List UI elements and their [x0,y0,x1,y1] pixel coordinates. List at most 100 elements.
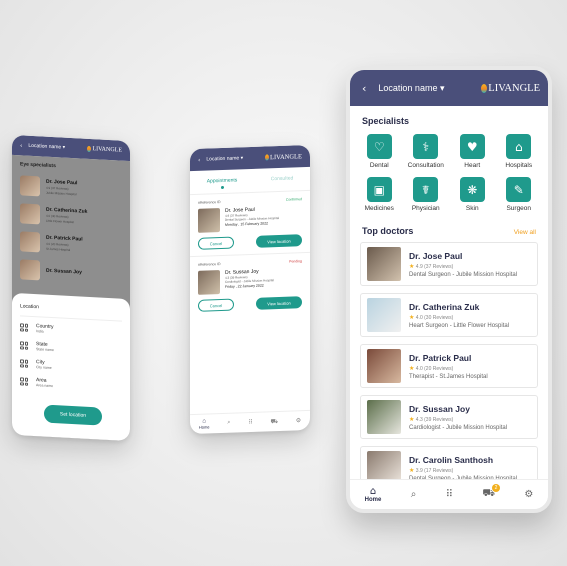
back-arrow-icon[interactable]: ‹ [198,156,200,163]
specialist-consultation[interactable]: ⚕ Consultation [403,134,450,169]
tab-appointments[interactable]: Appointments [207,177,237,190]
cart-icon[interactable]: ⛟ [270,418,278,426]
appointment-card: #Reference ID Confirmed Dr. Jose Paul 4.9… [190,189,310,257]
doctor-hospital: St.James Hospital [46,246,71,252]
doctor-rating: ★ 4.0 (30 Reviews) [409,314,454,321]
view-all-link[interactable]: View all [514,229,536,236]
nav-home[interactable]: ⌂ Home [199,418,210,430]
grid-icon[interactable]: ⠿ [446,489,453,500]
home-icon: ⌂ [369,486,377,497]
cancel-button[interactable]: Cancel [198,236,234,250]
area-field[interactable]: Area Area name [20,376,122,391]
app-header: ‹ Location name ▾ LIVANGLE [190,144,310,172]
star-icon: ★ [409,467,415,474]
brand-logo: LIVANGLE [481,83,540,94]
set-location-button[interactable]: Set location [44,404,102,426]
search-icon[interactable]: ⌕ [411,489,417,500]
doctor-photo [367,298,401,332]
doctor-photo [20,175,40,197]
cart-icon[interactable]: ⛟ 2 [482,484,500,501]
doctor-photo [367,349,401,383]
doctor-card[interactable]: Dr. Jose Paul ★ 4.9 (37 Reviews) Dental Su… [360,242,538,286]
doctor-name: Dr. Patrick Paul [409,352,472,363]
back-arrow-icon[interactable]: ‹ [20,142,22,149]
doctor-specialty: Dental Surgeon - Jubile Mission Hospital [409,271,518,278]
grid-icon[interactable]: ⠿ [248,419,252,426]
doctor-photo [367,247,401,281]
view-location-button[interactable]: View location [256,234,302,248]
doctor-hospital: Jubile Mission Hospital [46,190,77,197]
location-selector[interactable]: Location name ▾ [28,143,65,151]
cancel-button[interactable]: Cancel [198,298,234,312]
star-icon: ★ [409,314,415,321]
field-value: Area name [36,383,54,389]
reference-id: #Reference ID [198,200,221,205]
specialist-heart[interactable]: ♥ Heart [449,134,496,169]
doctor-rating: ★ 4.0 (20 Reviews) [409,365,454,372]
doctor-card[interactable]: Dr. Patrick Paul ★ 4.0 (20 Reviews) Therap… [360,344,538,388]
doctor-photo [20,231,40,253]
country-field[interactable]: Country India [20,322,122,337]
doctor-specialty: Heart Surgeon - Little Flower Hospital [409,322,510,329]
specialist-surgeon[interactable]: ✎ Surgeon [496,177,543,212]
doctor-card[interactable]: Dr. Catherina Zuk ★ 4.0 (30 Reviews) Heart… [360,293,538,337]
search-icon[interactable]: ⌕ [227,420,230,427]
doctor-name: Dr. Catherina Zuk [409,301,480,312]
settings-icon[interactable]: ⚙ [524,489,533,500]
heart-icon: ♥ [459,134,485,159]
cart-badge: 2 [491,484,500,492]
doctor-name: Dr. Sussan Joy [46,267,82,276]
specialist-medicines[interactable]: ▣ Medicines [356,177,403,212]
physician-icon: ☤ [413,177,439,202]
bottom-nav: ⌂ Home ⌕ ⠿ ⛟ 2 ⚙ [350,479,548,509]
tooth-icon: ♡ [366,134,392,159]
phone-appointments-screen: ‹ Location name ▾ LIVANGLE Appointments … [190,144,310,435]
doctor-rating: ★ 4.3 (39 Reviews) [409,416,454,423]
specialist-label: Consultation [407,162,444,169]
settings-icon[interactable]: ⚙ [296,417,301,424]
city-field[interactable]: City City name [20,358,122,373]
doctor-photo [198,270,220,295]
reference-id: #Reference ID [198,262,221,267]
location-selector[interactable]: Location name ▾ [206,155,243,162]
back-arrow-icon[interactable]: ‹ [362,82,366,95]
specialist-skin[interactable]: ❋ Skin [449,177,496,212]
doctor-photo [367,400,401,434]
location-selector[interactable]: Location name ▾ [378,83,444,94]
brand-logo: LIVANGLE [87,145,122,154]
view-location-button[interactable]: View location [256,296,302,310]
specialist-label: Skin [465,205,479,212]
star-icon: ★ [409,263,415,270]
doctor-specialty: Therapist - St.James Hospital [409,373,488,380]
specialist-label: Heart [464,162,481,169]
app-header: ‹ Location name ▾ LIVANGLE [350,70,548,106]
nav-home[interactable]: ⌂ Home [365,486,382,503]
specialist-dental[interactable]: ♡ Dental [356,134,403,169]
doctor-name: Dr. Carolin Santhosh [409,454,494,465]
doctor-photo [198,208,220,233]
doctor-photo [20,259,40,281]
specialist-label: Surgeon [506,205,532,212]
bottom-nav: ⌂ Home ⌕ ⠿ ⛟ ⚙ [190,409,310,435]
hospital-icon: ⌂ [506,134,532,159]
grid-icon [20,377,28,386]
state-field[interactable]: State State name [20,340,122,355]
stethoscope-icon: ⚕ [413,134,439,159]
specialist-hospitals[interactable]: ⌂ Hospitals [496,134,543,169]
doctor-hospital: Little Flower Hospital [46,218,74,225]
appointment-date: Friday , 22 January 2022 [225,283,264,289]
doctor-rating: ★ 4.9 (37 Reviews) [409,263,454,270]
brand-logo: LIVANGLE [264,153,302,161]
list-item[interactable]: Dr. Sussan Joy [12,255,130,289]
field-value: State name [36,347,54,353]
top-doctors-title: Top doctors [362,226,414,236]
doctor-rating: ★ 3.9 (17 Reviews) [409,467,454,474]
specialist-physician[interactable]: ☤ Physician [403,177,450,212]
medicine-icon: ▣ [366,177,392,202]
star-icon: ★ [409,416,415,423]
tab-consulted[interactable]: Consulted [271,175,294,187]
grid-icon [20,359,28,368]
grid-icon [20,341,28,350]
doctor-card[interactable]: Dr. Sussan Joy ★ 4.3 (39 Reviews) Cardiolo… [360,395,538,439]
specialist-label: Physician [411,205,440,212]
